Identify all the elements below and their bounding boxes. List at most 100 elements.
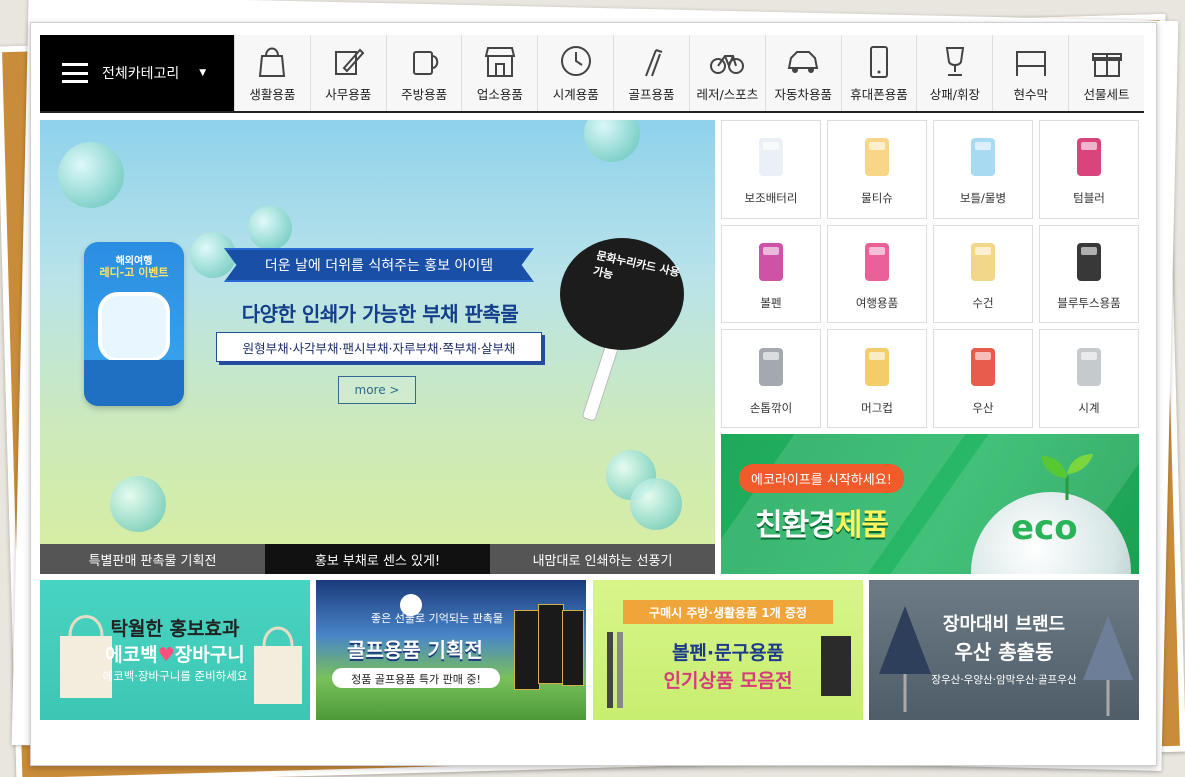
ecobag-line1: 탁월한 홍보효과: [110, 618, 240, 640]
product-category-item[interactable]: 여행용품: [827, 224, 927, 324]
bubble-decoration: [58, 142, 124, 208]
hero-tab-bar: 특별판매 판촉물 기획전 홍보 부채로 센스 있게! 내맘대로 인쇄하는 선풍기: [40, 544, 715, 574]
product-category-item[interactable]: 우산: [933, 329, 1033, 428]
product-category-item[interactable]: 블루투스용품: [1039, 224, 1139, 324]
golf-clubs-icon: [634, 44, 670, 78]
product-thumbnail: [1061, 237, 1117, 287]
heart-icon: ♥: [157, 644, 175, 666]
category-phone[interactable]: 휴대폰용품: [840, 35, 917, 111]
product-category-item[interactable]: 볼펜: [721, 224, 821, 324]
category-label: 자동차용품: [774, 86, 832, 102]
product-category-label: 보조배터리: [744, 191, 798, 206]
umbrella-banner[interactable]: 장마대비 브랜드 우산 총출동 장우산·우양산·암막우산·골프우산: [869, 580, 1139, 720]
product-category-item[interactable]: 물티슈: [827, 120, 927, 219]
category-banner[interactable]: 현수막: [992, 35, 1069, 111]
product-category-item[interactable]: 보조배터리: [721, 120, 821, 219]
category-label: 업소용품: [476, 86, 523, 102]
pen-case-graphic: [821, 636, 851, 696]
product-category-item[interactable]: 손톱깎이: [721, 329, 821, 428]
pen-graphic: [617, 632, 623, 708]
ecobag-line2: 에코백♥장바구니: [40, 640, 310, 667]
category-mug[interactable]: 주방용품: [385, 35, 462, 111]
category-trophy[interactable]: 상패/휘장: [916, 35, 993, 111]
golf-box-graphic: [538, 604, 564, 684]
category-storefront[interactable]: 업소용품: [461, 35, 538, 111]
product-category-label: 머그컵: [861, 400, 893, 415]
category-gift[interactable]: 선물세트: [1068, 35, 1144, 111]
category-label: 휴대폰용품: [850, 86, 908, 102]
hero-banner[interactable]: 해외여행 레디-고 이벤트 더운 날에 더위를 식혀주는 홍보 아이템 다양한 …: [40, 120, 715, 574]
product-category-label: 시계: [1078, 400, 1100, 415]
category-label: 생활용품: [249, 86, 296, 102]
product-category-label: 블루투스용품: [1057, 295, 1121, 310]
fan-graphic: 문화누리카드 사용가능: [560, 238, 684, 350]
product-category-label: 텀블러: [1073, 191, 1105, 206]
category-label: 상패/휘장: [929, 86, 980, 102]
ecobag-line2a: 에코백: [105, 644, 158, 666]
category-nav: 전체카테고리 ▼ 생활용품 사무용품 주방용품 업소용품 시계용품 골프용품 레저/스포츠 자…: [40, 35, 1144, 113]
product-category-grid: 보조배터리 물티슈 보틀/물병 텀블러볼펜 여행용품 수건 블루투스용품손톱깎이 머그컵 우산 시…: [721, 120, 1139, 428]
hero-subtitle: 원형부채·사각부채·팬시부채·자루부채·쪽부채·살부채: [216, 332, 542, 362]
category-car[interactable]: 자동차용품: [764, 35, 841, 111]
category-bicycle[interactable]: 레저/스포츠: [688, 35, 765, 111]
product-thumbnail: [1061, 132, 1117, 182]
bubble-decoration: [110, 476, 166, 532]
product-category-label: 우산: [972, 400, 994, 415]
product-thumbnail: [849, 132, 905, 182]
bubble-decoration: [584, 120, 640, 162]
product-category-item[interactable]: 텀블러: [1039, 120, 1139, 219]
category-label: 선물세트: [1083, 86, 1130, 102]
eco-title-a: 친환경: [755, 508, 836, 543]
product-category-item[interactable]: 머그컵: [827, 329, 927, 428]
shopping-bag-icon: [254, 44, 290, 78]
eco-title: 친환경제품: [755, 500, 889, 544]
hero-tab[interactable]: 내맘대로 인쇄하는 선풍기: [490, 544, 715, 574]
pen-line1: 구매시 주방·생활용품 1개 증정: [649, 606, 807, 620]
category-label: 현수막: [1013, 86, 1048, 102]
golf-box-graphic: [562, 610, 584, 686]
pen-stationery-banner[interactable]: 구매시 주방·생활용품 1개 증정 볼펜·문구용품 인기상품 모음전: [593, 580, 863, 720]
hero-tab[interactable]: 홍보 부채로 센스 있게!: [265, 544, 490, 574]
sprout-icon: [1041, 454, 1093, 500]
category-pencil-note[interactable]: 사무용품: [309, 35, 386, 111]
product-thumbnail: [743, 237, 799, 287]
all-categories-button[interactable]: 전체카테고리 ▼: [40, 35, 234, 111]
category-label: 골프용품: [628, 86, 675, 102]
trophy-icon: [937, 44, 973, 78]
bubble-decoration: [248, 206, 292, 250]
ecobag-banner[interactable]: 탁월한 홍보효과 에코백♥장바구니 에코백·장바구니를 준비하세요: [40, 580, 310, 720]
wave-graphic: [84, 360, 184, 406]
product-category-item[interactable]: 수건: [933, 224, 1033, 324]
gift-icon: [1089, 44, 1125, 78]
product-category-item[interactable]: 시계: [1039, 329, 1139, 428]
umbrella-line3: 장우산·우양산·암막우산·골프우산: [931, 674, 1077, 686]
hero-tab[interactable]: 특별판매 판촉물 기획전: [40, 544, 265, 574]
eco-tagline: 에코라이프를 시작하세요!: [739, 464, 904, 493]
category-label: 사무용품: [325, 86, 372, 102]
product-category-label: 손톱깎이: [749, 400, 793, 415]
product-thumbnail: [743, 342, 799, 392]
phone-icon: [861, 44, 897, 78]
product-category-label: 여행용품: [855, 295, 899, 310]
product-thumbnail: [849, 342, 905, 392]
product-thumbnail: [743, 132, 799, 182]
category-label: 레저/스포츠: [696, 86, 759, 102]
bicycle-icon: [709, 44, 745, 78]
car-icon: [785, 44, 821, 78]
golf-banner[interactable]: 좋은 선물로 기억되는 판촉물 골프용품 기획전 정품 골프용품 특가 판매 중…: [316, 580, 586, 720]
product-thumbnail: [1061, 342, 1117, 392]
category-clock[interactable]: 시계용품: [537, 35, 614, 111]
travel-event-card: 해외여행 레디-고 이벤트: [84, 242, 184, 406]
product-thumbnail: [955, 342, 1011, 392]
category-label: 시계용품: [552, 86, 599, 102]
more-button[interactable]: more >: [338, 376, 416, 404]
product-category-label: 보틀/물병: [959, 191, 1007, 206]
category-golf-clubs[interactable]: 골프용품: [613, 35, 689, 111]
pen-graphic: [607, 632, 613, 708]
clock-icon: [558, 44, 594, 78]
product-category-item[interactable]: 보틀/물병: [933, 120, 1033, 219]
pencil-note-icon: [330, 44, 366, 78]
eco-products-banner[interactable]: 에코라이프를 시작하세요! 친환경제품 eco: [721, 434, 1139, 574]
category-shopping-bag[interactable]: 생활용품: [234, 35, 310, 111]
travel-card-line2: 레디-고 이벤트: [99, 266, 169, 279]
